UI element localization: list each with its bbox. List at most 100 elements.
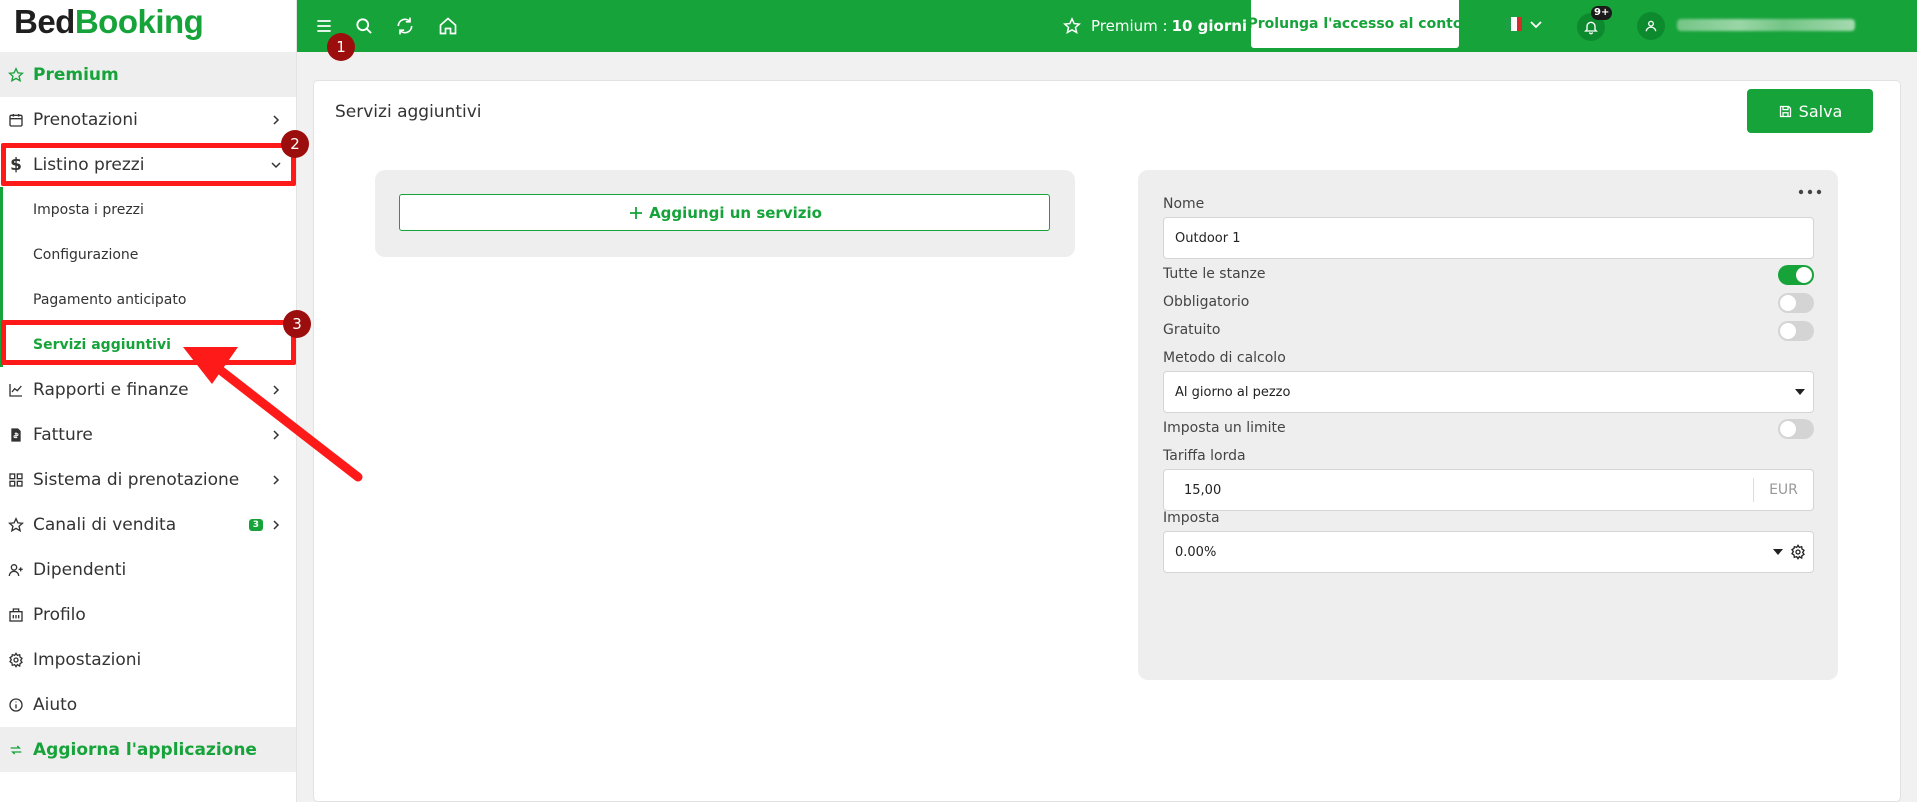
sidebar: BedBooking Premium Prenotazioni $ Listin… (0, 0, 297, 802)
bell-icon (1584, 21, 1598, 35)
sidebar-item-aggiorna[interactable]: Aggiorna l'applicazione (0, 727, 296, 772)
sidebar-item-label: Aiuto (33, 694, 78, 715)
sidebar-item-label: Canali di vendita (33, 514, 177, 535)
sidebar-item-fatture[interactable]: Fatture (0, 412, 296, 457)
sidebar-item-label: Profilo (33, 604, 86, 625)
sidebar-item-label: Prenotazioni (33, 109, 138, 130)
sidebar-item-premium[interactable]: Premium (0, 52, 296, 97)
sidebar-item-dipendenti[interactable]: Dipendenti (0, 547, 296, 592)
toggle-knob (1796, 267, 1812, 283)
gross-rate-value: 15,00 (1184, 482, 1222, 498)
calc-method-value: Al giorno al pezzo (1175, 384, 1291, 400)
sync-button[interactable] (385, 0, 425, 52)
name-label: Nome (1163, 196, 1205, 212)
premium-label: Premium : (1091, 17, 1168, 35)
tax-select[interactable]: 0.00% (1163, 531, 1814, 573)
user-avatar-button[interactable] (1637, 12, 1665, 40)
sidebar-item-label: Sistema di prenotazione (33, 469, 240, 490)
highlight-box-listino-prezzi (1, 143, 296, 186)
step-marker-3: 3 (283, 310, 311, 338)
calc-method-select[interactable]: Al giorno al pezzo (1163, 371, 1814, 413)
services-list-panel: Aggiungi un servizio (375, 170, 1075, 257)
sidebar-item-sistema-prenotazione[interactable]: Sistema di prenotazione (0, 457, 296, 502)
add-service-button[interactable]: Aggiungi un servizio (399, 194, 1050, 231)
building-icon (7, 606, 25, 624)
channels-count-badge: 3 (248, 518, 263, 531)
toggle-knob (1780, 421, 1796, 437)
sidebar-item-label: Aggiorna l'applicazione (33, 739, 257, 760)
limit-label: Imposta un limite (1163, 420, 1286, 436)
brand-logo[interactable]: BedBooking (0, 0, 296, 52)
sidebar-subitem-imposta-prezzi[interactable]: Imposta i prezzi (0, 187, 296, 232)
hamburger-icon (317, 20, 331, 32)
italy-flag-icon[interactable] (1506, 17, 1522, 31)
extend-access-button[interactable]: Prolunga l'accesso al conto (1248, 0, 1462, 48)
sidebar-item-label: Fatture (33, 424, 93, 445)
user-icon (1645, 20, 1657, 32)
caret-down-icon (1773, 549, 1783, 555)
currency-label: EUR (1753, 478, 1813, 502)
gear-icon (7, 651, 25, 669)
sidebar-item-aiuto[interactable]: Aiuto (0, 682, 296, 727)
sidebar-item-label: Impostazioni (33, 649, 142, 670)
gross-rate-label: Tariffa lorda (1163, 448, 1246, 464)
star-icon (7, 66, 25, 84)
gross-rate-input[interactable]: 15,00 EUR (1163, 469, 1814, 511)
chevron-right-icon (273, 474, 280, 485)
invoice-icon (7, 426, 25, 444)
chevron-down-icon[interactable] (1529, 17, 1543, 31)
main-area: Servizi aggiuntivi Salva Aggiungi un ser… (297, 52, 1917, 802)
star-outline-icon (7, 516, 25, 534)
user-name-redacted[interactable] (1677, 19, 1855, 31)
name-input[interactable]: Outdoor 1 (1163, 217, 1814, 259)
content-card: Servizi aggiuntivi Salva Aggiungi un ser… (313, 80, 1901, 802)
tax-value: 0.00% (1175, 544, 1217, 560)
all-rooms-label: Tutte le stanze (1163, 266, 1266, 282)
toggle-knob (1780, 323, 1796, 339)
save-button-label: Salva (1798, 101, 1843, 121)
save-button[interactable]: Salva (1747, 89, 1873, 133)
mandatory-label: Obbligatorio (1163, 294, 1250, 310)
free-toggle[interactable] (1778, 321, 1814, 341)
chart-line-icon (7, 381, 25, 399)
save-icon (1779, 105, 1791, 117)
mandatory-toggle[interactable] (1778, 293, 1814, 313)
brand-part2: Booking (74, 3, 204, 40)
name-input-value: Outdoor 1 (1175, 230, 1241, 246)
premium-status: Premium : 10 giorni (1063, 0, 1247, 52)
calendar-icon (7, 111, 25, 129)
sidebar-item-canali-vendita[interactable]: Canali di vendita 3 (0, 502, 296, 547)
all-rooms-toggle[interactable] (1778, 265, 1814, 285)
top-bar: Premium : 10 giorni Prolunga l'accesso a… (297, 0, 1917, 52)
more-options-icon[interactable] (1798, 188, 1822, 196)
tax-label: Imposta (1163, 510, 1220, 526)
sidebar-item-impostazioni[interactable]: Impostazioni (0, 637, 296, 682)
sync-icon (397, 17, 413, 35)
star-icon (1063, 17, 1081, 34)
step-marker-2: 2 (281, 130, 309, 158)
refresh-icon (7, 741, 25, 759)
sidebar-subitem-configurazione[interactable]: Configurazione (0, 232, 296, 277)
sidebar-item-profilo[interactable]: Profilo (0, 592, 296, 637)
sidebar-item-label: Rapporti e finanze (33, 379, 189, 400)
chevron-right-icon (273, 384, 280, 395)
tax-settings-icon[interactable] (1790, 544, 1806, 560)
grid-icon (7, 471, 25, 489)
limit-toggle[interactable] (1778, 419, 1814, 439)
brand-part1: Bed (14, 3, 75, 40)
sidebar-item-label: Dipendenti (33, 559, 127, 580)
sidebar-item-prenotazioni[interactable]: Prenotazioni (0, 97, 296, 142)
notification-count-badge: 9+ (1591, 6, 1613, 20)
home-button[interactable] (428, 0, 468, 52)
user-plus-icon (7, 561, 25, 579)
toggle-knob (1780, 295, 1796, 311)
add-service-label: Aggiungi un servizio (649, 203, 822, 222)
step-marker-1: 1 (327, 33, 355, 61)
sidebar-item-rapporti[interactable]: Rapporti e finanze (0, 367, 296, 412)
free-label: Gratuito (1163, 322, 1221, 338)
caret-down-icon (1795, 389, 1805, 395)
highlight-box-servizi-aggiuntivi (1, 320, 296, 365)
search-icon (356, 18, 372, 34)
chevron-right-icon (273, 429, 280, 440)
sidebar-subitem-pagamento-anticipato[interactable]: Pagamento anticipato (0, 277, 296, 322)
